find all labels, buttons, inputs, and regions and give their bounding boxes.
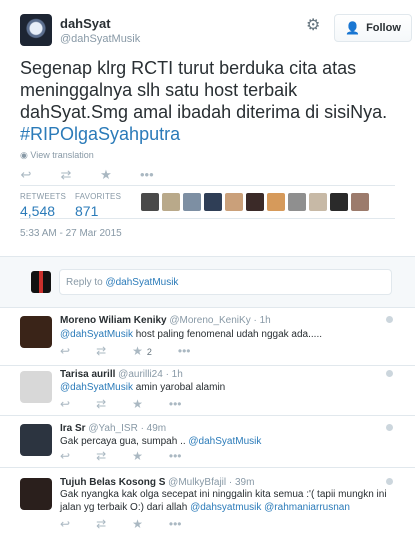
reply-text: Gak percaya gua, sumpah .. @dahSyatMusik	[60, 436, 262, 447]
avatar[interactable]	[20, 478, 52, 510]
unread-dot	[386, 370, 393, 377]
reply-text: @dahSyatMusik amin yarobal alamin	[60, 382, 226, 393]
star-icon[interactable]: ★	[132, 397, 143, 411]
mention-link[interactable]: @dahSyatMusik	[60, 329, 133, 340]
favorites-stat[interactable]: FAVORITES 871	[75, 192, 121, 219]
view-translation-link[interactable]: ◉ View translation	[20, 150, 94, 161]
divider	[20, 185, 395, 186]
hashtag-link[interactable]: #RIPOlgaSyahputra	[20, 124, 180, 144]
reply-text: Gak nyangka kak olga secepat ini ninggal…	[60, 489, 387, 513]
more-icon[interactable]: •••	[169, 397, 182, 411]
avatar	[31, 271, 51, 293]
reply-text: @dahSyatMusik host paling fenomenal udah…	[60, 329, 322, 340]
favoriter-avatar[interactable]	[246, 193, 264, 211]
reply-icon[interactable]: ↩	[20, 167, 32, 183]
reply-icon[interactable]: ↩	[60, 397, 70, 411]
tweet-actions: ↩ ⇄ ★ •••	[20, 167, 154, 183]
more-icon[interactable]: •••	[178, 344, 191, 358]
reply-meta: @Yah_ISR · 49m	[85, 423, 167, 434]
unread-dot	[386, 478, 393, 485]
favoriter-avatar[interactable]	[267, 193, 285, 211]
add-user-icon: 👤	[345, 21, 361, 35]
reply-actions: ↩ ⇄ ★ •••	[60, 397, 182, 411]
retweet-icon[interactable]: ⇄	[60, 167, 72, 183]
more-icon[interactable]: •••	[169, 517, 182, 531]
avatar[interactable]	[20, 424, 52, 456]
reply-item: Ira Sr @Yah_ISR · 49m Gak percaya gua, s…	[0, 416, 415, 468]
favorite-count: 2	[146, 347, 152, 357]
favoriter-avatar[interactable]	[351, 193, 369, 211]
reply-box: Reply to @dahSyatMusik	[0, 256, 415, 308]
avatar[interactable]	[20, 371, 52, 403]
retweets-stat[interactable]: RETWEETS 4,548	[20, 192, 66, 219]
tweet-timestamp[interactable]: 5:33 AM - 27 Mar 2015	[20, 228, 122, 239]
divider	[20, 218, 395, 219]
reply-actions: ↩ ⇄ ★ •••	[60, 449, 182, 463]
reply-icon[interactable]: ↩	[60, 517, 70, 531]
more-icon[interactable]: •••	[169, 449, 182, 463]
mention-link[interactable]: @rahmaniarrusnan	[264, 502, 350, 513]
star-icon[interactable]: ★	[132, 517, 143, 531]
favoriter-avatar[interactable]	[183, 193, 201, 211]
favoriter-avatar[interactable]	[330, 193, 348, 211]
author-handle[interactable]: @dahSyatMusik	[60, 33, 140, 45]
reply-item: Tujuh Belas Kosong S @MulkyBfajil · 39m …	[0, 468, 415, 535]
reply-author-name[interactable]: Tujuh Belas Kosong S	[60, 477, 165, 488]
reply-actions: ↩ ⇄ ★ 2 •••	[60, 344, 191, 358]
reply-header: Moreno Wiliam Keniky @Moreno_KeniKy · 1h	[60, 315, 271, 326]
reply-meta: @aurilli24 · 1h	[115, 369, 183, 380]
reply-header: Tujuh Belas Kosong S @MulkyBfajil · 39m	[60, 477, 254, 488]
gear-icon[interactable]: ⚙	[306, 18, 322, 34]
favoriter-avatar[interactable]	[162, 193, 180, 211]
reply-meta: @Moreno_KeniKy · 1h	[166, 315, 271, 326]
reply-input[interactable]: Reply to @dahSyatMusik	[59, 269, 392, 295]
tweet-header: dahSyat @dahSyatMusik ⚙ 👤 Follow	[20, 14, 412, 54]
avatar[interactable]	[20, 316, 52, 348]
retweet-icon[interactable]: ⇄	[96, 449, 106, 463]
favoriter-avatar[interactable]	[141, 193, 159, 211]
retweet-icon[interactable]: ⇄	[96, 397, 106, 411]
reply-item: Moreno Wiliam Keniky @Moreno_KeniKy · 1h…	[0, 308, 415, 366]
reply-author-name[interactable]: Ira Sr	[60, 423, 86, 434]
retweet-icon[interactable]: ⇄	[96, 517, 106, 531]
mention-link[interactable]: @dahsyatmusik	[190, 502, 261, 513]
avatar[interactable]	[20, 14, 52, 46]
favoriter-avatars	[141, 193, 369, 211]
reply-actions: ↩ ⇄ ★ •••	[60, 517, 182, 531]
reply-author-name[interactable]: Tarisa aurill	[60, 369, 115, 380]
reply-item: Tarisa aurill @aurilli24 · 1h @dahSyatMu…	[0, 366, 415, 416]
globe-icon: ◉	[20, 150, 28, 160]
tweet-text: Segenap klrg RCTI turut berduka cita ata…	[20, 57, 400, 145]
star-icon[interactable]: ★	[100, 167, 112, 183]
favoriter-avatar[interactable]	[204, 193, 222, 211]
reply-author-name[interactable]: Moreno Wiliam Keniky	[60, 315, 167, 326]
reply-icon[interactable]: ↩	[60, 449, 70, 463]
tweet-body: Segenap klrg RCTI turut berduka cita ata…	[20, 58, 388, 122]
author-name[interactable]: dahSyat	[60, 16, 111, 31]
favoriter-avatar[interactable]	[309, 193, 327, 211]
follow-label: Follow	[366, 22, 401, 34]
mention-link[interactable]: @dahSyatMusik	[60, 382, 133, 393]
reply-header: Tarisa aurill @aurilli24 · 1h	[60, 369, 183, 380]
star-icon[interactable]: ★	[132, 449, 143, 463]
retweet-icon[interactable]: ⇄	[96, 344, 106, 358]
follow-button[interactable]: 👤 Follow	[334, 14, 412, 42]
reply-meta: @MulkyBfajil · 39m	[165, 477, 255, 488]
mention-link[interactable]: @dahSyatMusik	[188, 436, 261, 447]
reply-icon[interactable]: ↩	[60, 344, 70, 358]
star-icon[interactable]: ★ 2	[132, 344, 152, 358]
unread-dot	[386, 316, 393, 323]
reply-header: Ira Sr @Yah_ISR · 49m	[60, 423, 166, 434]
more-icon[interactable]: •••	[140, 167, 154, 183]
favoriter-avatar[interactable]	[288, 193, 306, 211]
favoriter-avatar[interactable]	[225, 193, 243, 211]
unread-dot	[386, 424, 393, 431]
